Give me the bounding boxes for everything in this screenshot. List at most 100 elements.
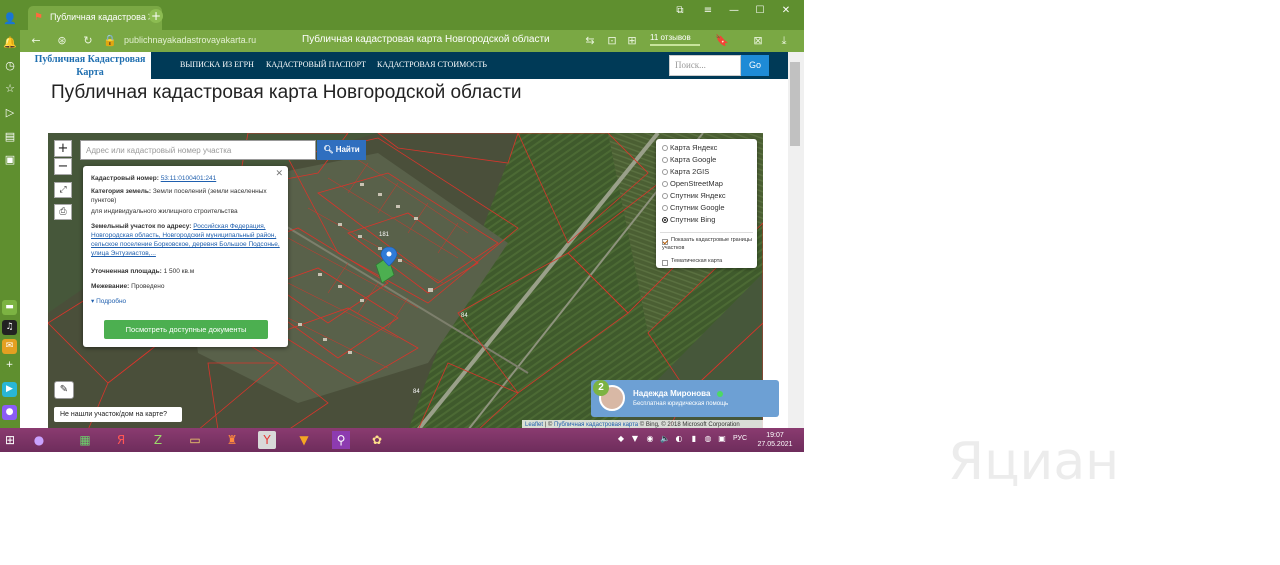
radio-icon [662,205,668,212]
layer-label: Карта 2GIS [670,167,710,176]
zl-icon[interactable]: Z [149,431,167,449]
more-details-link[interactable]: ▾ Подробно [91,297,281,306]
app-messenger-icon[interactable]: ▶ [2,382,17,397]
zoom-out-button[interactable]: − [54,158,72,175]
paint-icon[interactable]: ✿ [368,431,386,449]
reviews-rating-bar [650,44,700,46]
site-search-button[interactable]: Go [741,55,769,76]
tabs-list-icon[interactable]: ⧉ [672,5,688,19]
layer-option[interactable]: Карта Google [662,154,716,165]
scrollbar-thumb[interactable] [790,62,800,146]
sublime-icon[interactable]: ▼ [295,431,313,449]
parcel-label: 181 [379,232,390,238]
app-alice-icon[interactable]: ● [2,405,17,420]
checkbox-icon [662,260,668,266]
layer-option[interactable]: Спутник Google [662,202,725,213]
app-add-icon[interactable]: + [2,358,17,373]
clock-time: 19:07 [766,432,784,439]
app-music-icon[interactable]: ♫ [2,320,17,335]
survey-value: Проведено [131,283,165,290]
address-page-title: Публичная кадастровая карта Новгородской… [302,34,550,45]
radio-icon [662,181,668,188]
site-logo[interactable]: Публичная Кадастровая Карта [28,52,152,79]
zoom-in-button[interactable]: + [54,140,72,157]
translate-icon[interactable]: ⇆ [582,33,598,49]
game-icon[interactable]: ♜ [223,431,241,449]
logo-line-2: Карта [76,67,104,78]
pencil-icon: ✎ [59,384,69,395]
app-mail-icon[interactable]: ✉ [2,339,17,354]
layer-option[interactable]: OpenStreetMap [662,178,723,189]
chat-widget[interactable]: 2 Надежда Миронова Бесплатная юридическа… [591,380,779,417]
layer-option[interactable]: Карта Яндекс [662,142,717,153]
edit-button[interactable]: ✎ [54,381,74,399]
network-icon[interactable]: ▮ [689,434,699,446]
consultant-name: Надежда Миронова [633,389,711,398]
excel-icon[interactable]: ▦ [76,431,94,449]
map-search-input[interactable]: Адрес или кадастровый номер участка [80,140,316,160]
page-scrollbar[interactable] [788,52,804,430]
thematic-map-checkbox[interactable]: Тематическая карта [662,258,754,266]
area-label: Уточненная площадь: [91,268,162,275]
tray-app-icon[interactable]: ▣ [717,434,727,446]
close-window-icon[interactable]: ✕ [778,5,794,19]
reviews-widget[interactable]: 11 отзывов [650,33,702,48]
layer-option[interactable]: Спутник Яндекс [662,190,726,201]
minimize-icon[interactable]: — [726,5,742,19]
radio-icon [662,193,668,200]
cadastral-number-link[interactable]: 53:11:0100401:241 [161,175,217,182]
nav-link-value[interactable]: КАДАСТРОВАЯ СТОИМОСТЬ [377,60,487,69]
notifications-icon[interactable]: 🔔 [3,36,17,50]
tray-app-icon[interactable]: ▼ [630,434,640,446]
input-language[interactable]: РУС [733,435,747,442]
survey-label: Межевание: [91,283,130,290]
back-icon[interactable]: ← [28,33,44,49]
fullscreen-button[interactable]: ⤢ [54,182,72,198]
app-chat-icon[interactable]: ▬ [2,300,17,315]
nav-link-passport[interactable]: КАДАСТРОВЫЙ ПАСПОРТ [266,60,366,69]
tab-active[interactable]: ⚑ Публичная кадастрова × [28,6,162,30]
yandex-icon[interactable]: Я [112,431,130,449]
url-field[interactable]: publichnayakadastrovayakarta.ru [124,35,256,45]
protect-icon[interactable]: ⊛ [54,33,70,49]
parcel-info-popup: ✕ Кадастровый номер: 53:11:0100401:241 К… [83,166,288,347]
logo-line-1: Публичная Кадастровая [34,54,146,65]
tray-app-icon[interactable]: ◉ [645,434,655,446]
extensions-icon[interactable]: ⊠ [750,33,766,49]
media-icon[interactable]: ▷ [3,106,17,120]
layer-option[interactable]: Спутник Bing [662,214,715,225]
print-button[interactable]: ⎙ [54,204,72,220]
yandex-browser-icon[interactable]: Y [258,431,276,449]
map-find-button[interactable]: 🔍︎ Найти [317,140,366,160]
view-documents-button[interactable]: Посмотреть доступные документы [104,320,268,339]
explorer-icon[interactable]: ▭ [186,431,204,449]
volume-icon[interactable]: 🔈 [660,434,670,446]
reload-icon[interactable]: ↻ [80,33,96,49]
tray-app-icon[interactable]: ◍ [703,434,713,446]
download-icon[interactable]: ⤓ [776,33,792,49]
layer-label: Карта Google [670,155,717,164]
tray-app-icon[interactable]: ◆ [616,434,626,446]
history-icon[interactable]: ◷ [3,59,17,73]
profile-icon[interactable]: 👤 [3,12,17,26]
bookmark-icon[interactable]: 🔖 [714,33,730,49]
browser-address-bar: ← ⊛ ↻ 🔒 publichnayakadastrovayakarta.ru … [20,30,804,52]
new-tab-button[interactable]: + [149,9,163,23]
clock[interactable]: 19:07 27.05.2021 [755,431,795,449]
cadastral-boundaries-checkbox[interactable]: Показать кадастровые границы участков [662,237,754,252]
nav-link-egrn[interactable]: ВЫПИСКА ИЗ ЕГРН [180,60,254,69]
magnifier-icon[interactable]: ⚲ [332,431,350,449]
maximize-icon[interactable]: ☐ [752,5,768,19]
not-found-link[interactable]: Не нашли участок/дом на карте? [54,407,182,422]
collections-icon[interactable]: ▣ [3,153,17,167]
layer-option[interactable]: Карта 2GIS [662,166,709,177]
site-search-input[interactable]: Поиск... [669,55,741,76]
tray-app-icon[interactable]: ◐ [674,434,684,446]
alice-icon[interactable]: ● [30,431,48,449]
reader-icon[interactable]: ⊡ [604,33,620,49]
share-icon[interactable]: ⊞ [624,33,640,49]
windows-start-icon[interactable]: ⊞ [1,431,19,449]
downloads-icon[interactable]: ▤ [3,130,17,144]
menu-icon[interactable]: ≡ [700,5,716,19]
bookmarks-icon[interactable]: ☆ [3,82,17,96]
